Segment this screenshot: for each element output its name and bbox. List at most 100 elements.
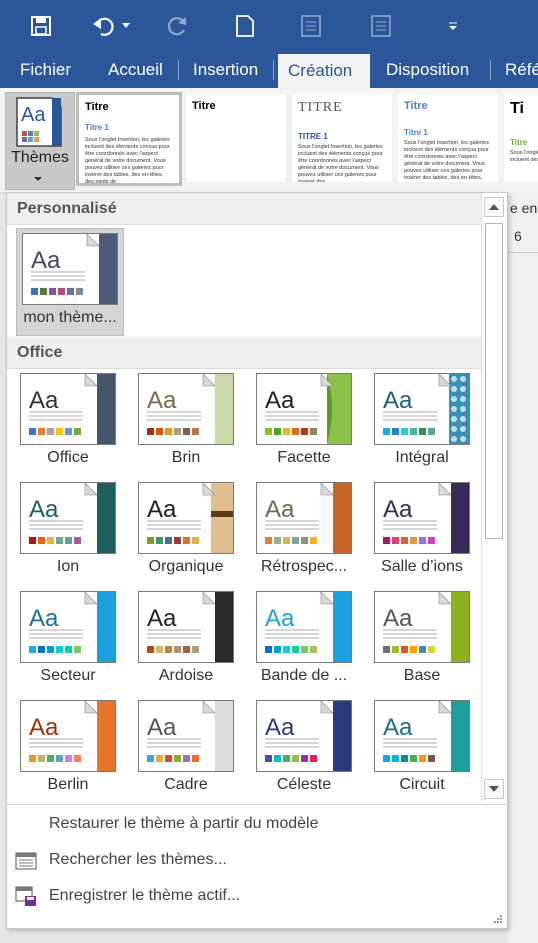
theme-item[interactable]: Aa Intégral (363, 373, 481, 481)
undo-icon[interactable] (88, 10, 122, 42)
theme-preview: Aa (139, 592, 233, 662)
theme-label: Rétrospec... (260, 558, 348, 575)
resize-grip-icon[interactable] (493, 914, 503, 924)
style-body: Sous l'onglet Insertion, les galeries in… (510, 150, 538, 163)
svg-text:Aa: Aa (383, 714, 413, 741)
chevron-down-icon (34, 177, 42, 181)
theme-thumbnail: Aa (374, 700, 470, 772)
style-title: Ti (510, 100, 524, 117)
new-document-icon[interactable] (228, 10, 262, 42)
style-title: Titre (192, 100, 216, 112)
svg-text:Aa: Aa (265, 496, 295, 523)
tab-creation[interactable]: Création (278, 54, 370, 88)
style-set-1[interactable]: Titre Titre 1 Sous l'onglet Insertion, l… (76, 92, 182, 186)
theme-preview: Aa (257, 483, 351, 553)
svg-text:Aa: Aa (265, 605, 295, 632)
redo-icon[interactable] (160, 10, 194, 42)
theme-label: Circuit (399, 776, 445, 793)
style-body: Sous l'onglet Insertion, les galeries in… (298, 144, 383, 182)
save-icon[interactable] (24, 10, 58, 42)
theme-label: Céleste (276, 776, 332, 793)
themes-button[interactable]: Aa Thèmes (5, 92, 75, 190)
theme-item[interactable]: Aa Ion (9, 482, 127, 590)
style-set-5[interactable]: Ti Titre Sous l'onglet Insertion, les ga… (504, 94, 538, 182)
svg-text:Aa: Aa (29, 496, 59, 523)
theme-item[interactable]: Aa Facette (245, 373, 363, 481)
theme-preview: Aa (375, 592, 469, 662)
theme-label: Intégral (395, 449, 449, 466)
theme-item[interactable]: Aa Ardoise (127, 591, 245, 699)
style-set-2[interactable]: Titre (186, 94, 286, 182)
document-icon[interactable] (366, 10, 400, 42)
style-set-3[interactable]: TITRE TITRE 1 Sous l'onglet Insertion, l… (292, 94, 392, 182)
theme-preview: Aa (375, 483, 469, 553)
theme-thumbnail: Aa (374, 373, 470, 445)
save-theme-item[interactable]: Enregistrer le thème actif... (7, 879, 507, 913)
theme-preview: Aa (375, 701, 469, 771)
tab-accueil[interactable]: Accueil (98, 52, 173, 88)
theme-thumbnail: Aa (138, 700, 234, 772)
theme-label: Brin (171, 449, 201, 466)
scroll-down-button[interactable] (484, 779, 504, 799)
theme-item[interactable]: Aa Organique (127, 482, 245, 590)
themes-icon: Aa (16, 97, 62, 147)
theme-preview: Aa (257, 374, 351, 444)
theme-preview: Aa (139, 374, 233, 444)
svg-text:Aa: Aa (147, 387, 177, 414)
theme-item[interactable]: Aa Berlin (9, 700, 127, 808)
style-title: Titre (85, 101, 109, 113)
scrollbar[interactable] (481, 193, 506, 803)
theme-item[interactable]: Aa Brin (127, 373, 245, 481)
restore-theme-label: Restaurer le thème à partir du modèle (49, 815, 319, 832)
save-theme-icon (15, 886, 36, 906)
svg-text:Aa: Aa (383, 605, 413, 632)
partial-font-size: 6 (514, 228, 522, 244)
theme-item[interactable]: Aa Secteur (9, 591, 127, 699)
theme-label: Ardoise (158, 667, 214, 684)
theme-label: Salle d’ions (381, 558, 463, 575)
style-set-4[interactable]: Titre Titre 1 Sous l'onglet Insertion, l… (398, 94, 498, 182)
undo-dropdown-icon[interactable] (118, 10, 134, 42)
svg-text:Aa: Aa (29, 605, 59, 632)
theme-preview: Aa (21, 701, 115, 771)
svg-text:Aa: Aa (21, 104, 46, 126)
theme-thumbnail: Aa (138, 373, 234, 445)
svg-text:Aa: Aa (265, 714, 295, 741)
section-custom-header: Personnalisé (7, 193, 481, 225)
tab-references[interactable]: Réfé (495, 52, 538, 88)
svg-text:Aa: Aa (29, 387, 59, 414)
scroll-up-button[interactable] (484, 197, 504, 217)
theme-item[interactable]: Aa Rétrospec... (245, 482, 363, 590)
theme-item[interactable]: Aa Céleste (245, 700, 363, 808)
theme-item[interactable]: Aa Salle d’ions (363, 482, 481, 590)
theme-item[interactable]: Aa Bande de ... (245, 591, 363, 699)
svg-text:Aa: Aa (31, 247, 61, 274)
theme-thumbnail: Aa (256, 482, 352, 554)
svg-text:Aa: Aa (383, 496, 413, 523)
theme-thumbnail: Aa (20, 591, 116, 663)
theme-thumbnail: Aa (138, 591, 234, 663)
browse-themes-item[interactable]: Rechercher les thèmes... (7, 843, 507, 877)
theme-item[interactable]: Aa Cadre (127, 700, 245, 808)
theme-item[interactable]: Aa Base (363, 591, 481, 699)
style-heading: Titre (510, 138, 528, 147)
tab-disposition[interactable]: Disposition (376, 52, 479, 88)
scrollbar-thumb[interactable] (485, 223, 503, 539)
theme-item[interactable]: Aa Office (9, 373, 127, 481)
tab-fichier[interactable]: Fichier (10, 52, 81, 88)
restore-theme-item[interactable]: Restaurer le thème à partir du modèle (7, 807, 507, 841)
theme-item[interactable]: Aa Circuit (363, 700, 481, 808)
theme-thumbnail: Aa (20, 482, 116, 554)
tab-insertion[interactable]: Insertion (183, 52, 268, 88)
theme-thumbnail: Aa (20, 373, 116, 445)
themes-label: Thèmes (11, 149, 69, 166)
customize-toolbar-icon[interactable] (436, 10, 470, 42)
svg-text:Aa: Aa (265, 387, 295, 414)
print-preview-icon[interactable] (296, 10, 330, 42)
custom-theme-item[interactable]: Aa mon thème... (16, 228, 124, 336)
svg-text:Aa: Aa (147, 714, 177, 741)
theme-thumbnail: Aa (256, 591, 352, 663)
theme-preview: Aa (257, 592, 351, 662)
section-office-header: Office (7, 337, 481, 369)
style-heading: Titre 1 (404, 128, 428, 137)
